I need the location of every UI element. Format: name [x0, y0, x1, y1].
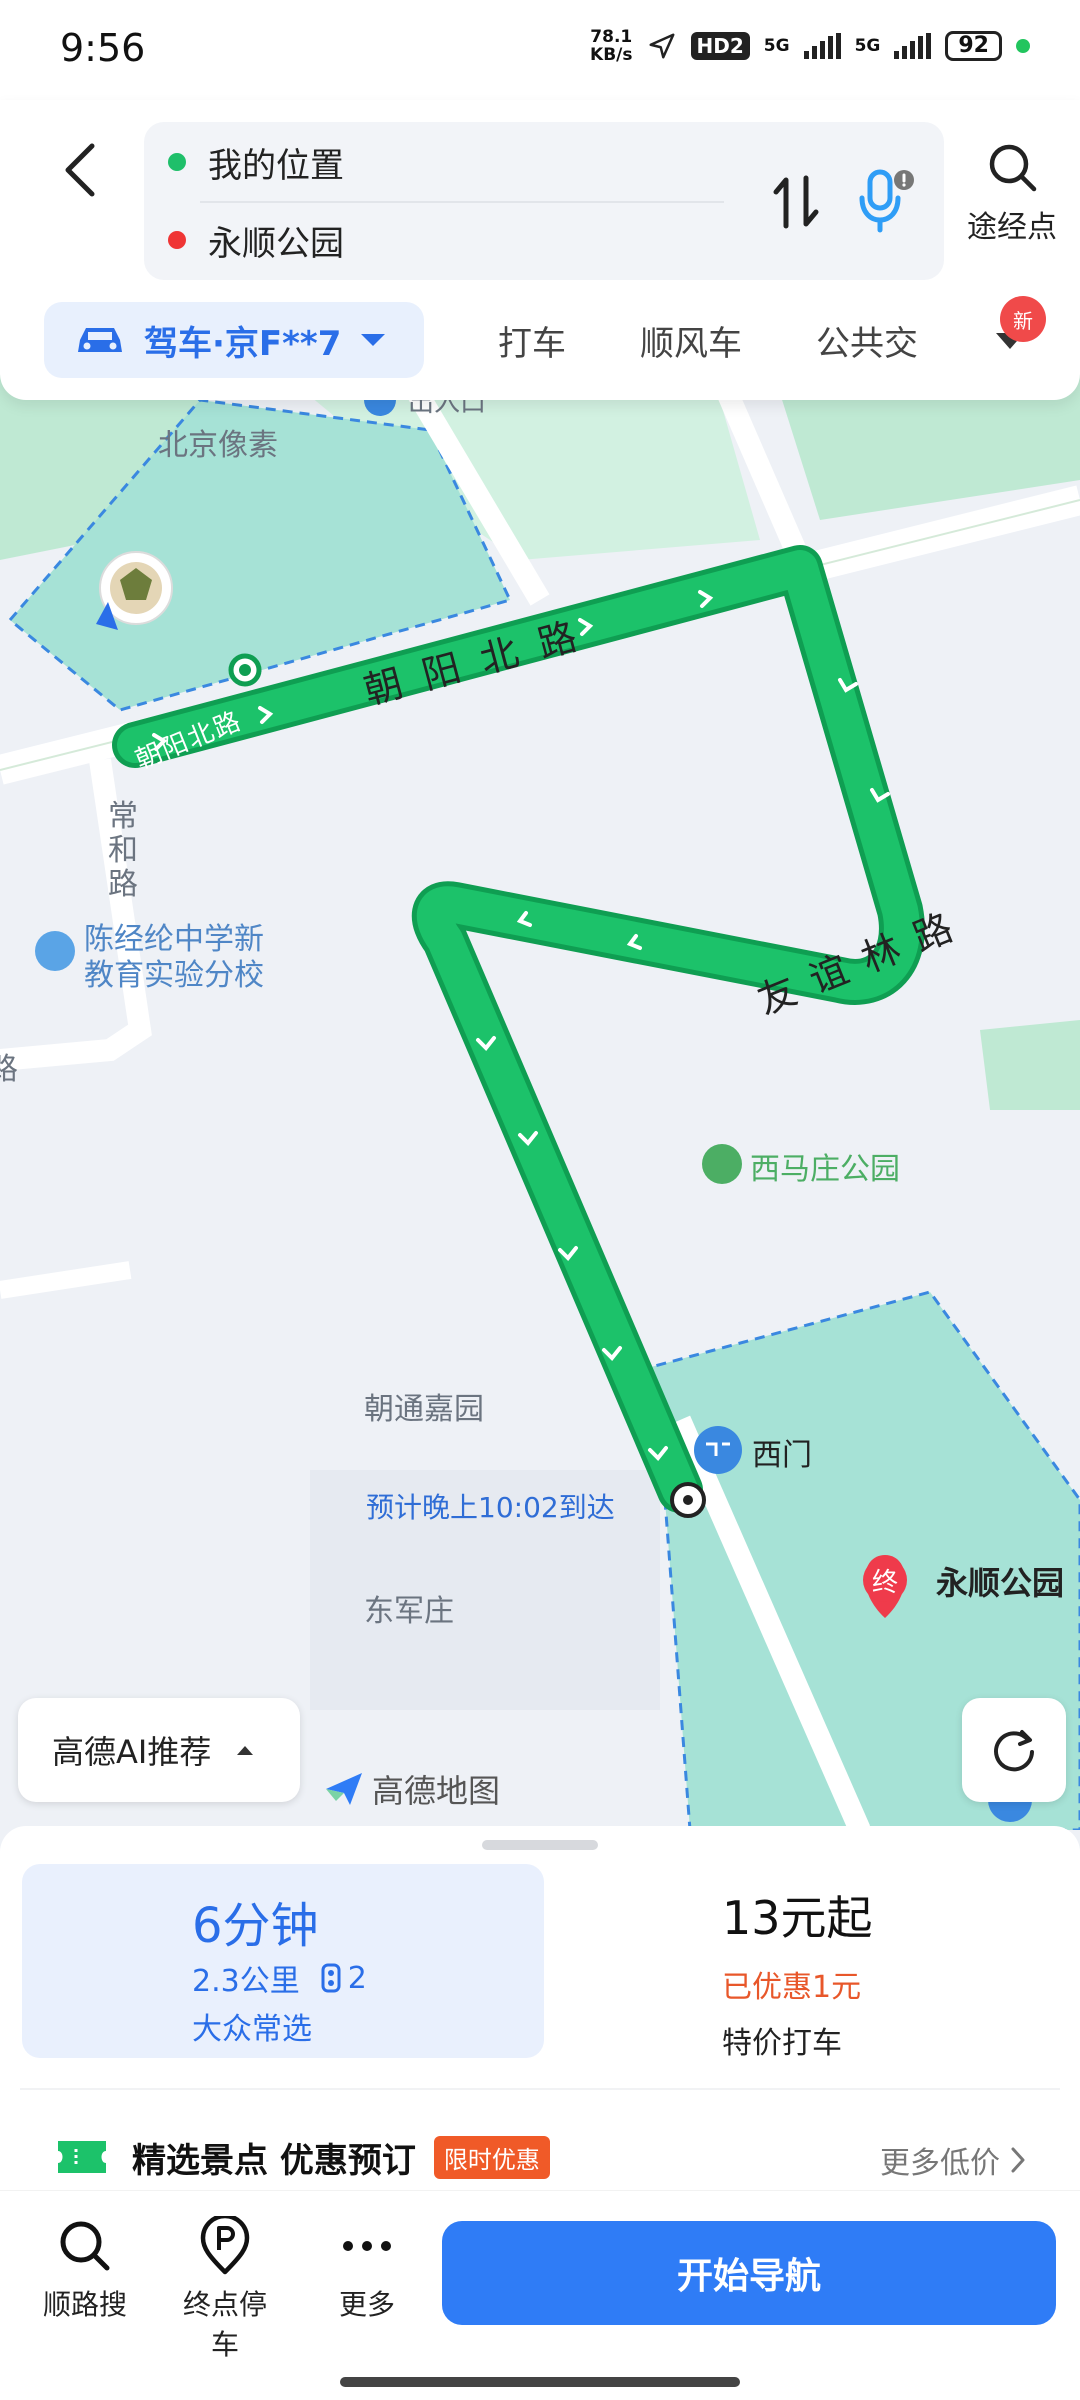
ai-recommend-button[interactable]: 高德AI推荐 [18, 1698, 300, 1802]
microphone-icon [859, 169, 914, 233]
home-indicator[interactable] [340, 2377, 740, 2387]
tab-drive-label: 驾车·京F**7 [144, 323, 342, 364]
traffic-light-count: 2 [347, 1960, 367, 1996]
back-button[interactable] [50, 130, 110, 210]
hd-voice-icon: HD2 [690, 32, 750, 60]
voice-input-button[interactable] [856, 166, 916, 236]
travel-mode-tabs: 驾车·京F**7 打车 顺风车 公共交 [44, 302, 918, 378]
destination-label: 永顺公园 [208, 223, 344, 264]
battery-icon: 92 [945, 31, 1002, 61]
destination-field[interactable]: 永顺公园 [168, 205, 344, 275]
amap-logo-text: 高德地图 [372, 1772, 501, 1810]
route-planning-panel: 我的位置 永顺公园 途经点 驾车·京F**7 打车 顺风车 公共交 新 [0, 100, 1080, 400]
status-bar: 9:56 78.1 KB/s HD2 5G 5G 92 [0, 0, 1080, 100]
network-speed-value: 78.1 [590, 27, 633, 47]
traffic-lights: 2 [320, 1961, 367, 1996]
more-options-label: 更多 [338, 2288, 395, 2321]
taxi-price: 13元起 [722, 1891, 873, 1945]
destination-parking-label: 终点停车 [182, 2288, 267, 2361]
bottom-action-bar: 顺路搜 终点停车 更多 开始导航 [0, 2190, 1080, 2400]
map-label-dongjunzhuang: 东军庄 [364, 1594, 454, 1629]
privacy-indicator-dot [1016, 39, 1030, 53]
more-options-button[interactable]: 更多 [312, 2215, 422, 2323]
signal-strength-icon [894, 33, 932, 59]
destination-dot [168, 231, 186, 249]
map-label-edge-road: 路 [0, 1052, 18, 1087]
swap-arrows-icon [773, 175, 819, 229]
refresh-icon [994, 1730, 1034, 1772]
swap-route-button[interactable] [768, 172, 824, 232]
caret-up-icon [237, 1746, 254, 1755]
origin-dot [168, 153, 186, 171]
map-label-chaotong-jiayuan: 朝通嘉园 [364, 1392, 484, 1427]
destination-end-marker: 终 [872, 1568, 899, 1598]
tab-public-transit[interactable]: 公共交 [816, 316, 918, 365]
waypoint-label: 途经点 [967, 210, 1057, 245]
promo-title: 精选景点 优惠预订 [132, 2140, 416, 2181]
chevron-down-icon [361, 334, 386, 346]
status-time: 9:56 [60, 26, 146, 70]
sheet-divider [20, 2088, 1060, 2090]
map-label-changhe-road: 常和路 [108, 799, 138, 902]
taxi-label: 特价打车 [722, 2026, 842, 2061]
amap-logo-icon [326, 1773, 362, 1805]
car-icon [78, 328, 122, 352]
route-distance: 2.3公里 [192, 1964, 300, 1999]
route-endpoints-box: 我的位置 永顺公园 [144, 122, 944, 280]
waypoint-button[interactable]: 途经点 [962, 140, 1062, 260]
taxi-discount: 已优惠1元 [722, 1970, 862, 2005]
parking-pin-icon [200, 2216, 250, 2275]
start-navigation-button[interactable]: 开始导航 [442, 2221, 1056, 2325]
route-duration: 6分钟 [192, 1898, 319, 1954]
status-icons: 78.1 KB/s HD2 5G 5G 92 [590, 28, 1030, 64]
map-canvas [0, 330, 1080, 1830]
route-map[interactable]: 北京像素 出入口 朝阳北路 朝阳北路 友谊林路 常和路 陈经纶中学新 教育实验分… [0, 330, 1080, 1830]
taxi-option-card[interactable]: 13元起 已优惠1元 特价打车 [722, 1882, 873, 2062]
network-speed: 78.1 KB/s [590, 28, 632, 64]
route-divider [200, 201, 724, 203]
chevron-right-icon [1011, 2147, 1025, 2173]
map-label-destination: 永顺公园 [936, 1564, 1065, 1602]
sheet-grabber[interactable] [482, 1840, 598, 1850]
promo-badge: 限时优惠 [433, 2135, 550, 2179]
ai-recommend-label: 高德AI推荐 [52, 1733, 212, 1771]
sim1-network-label: 5G [763, 35, 790, 56]
map-label-beijing-pixel: 北京像素 [158, 428, 278, 463]
search-icon [989, 144, 1037, 192]
route-tag: 大众常选 [192, 2012, 312, 2047]
more-dots-icon [343, 2241, 391, 2251]
back-arrow-icon [65, 143, 95, 197]
new-badge: 新 [1000, 296, 1046, 342]
origin-field[interactable]: 我的位置 [168, 127, 344, 197]
refresh-route-button[interactable] [962, 1698, 1066, 1802]
map-label-school-line2: 教育实验分校 [84, 958, 264, 993]
ticket-icon [58, 2141, 106, 2173]
route-option-card[interactable]: 6分钟 2.3公里 2 大众常选 [22, 1864, 544, 2058]
search-along-route-label: 顺路搜 [42, 2288, 127, 2321]
sim2-network-label: 5G [854, 35, 881, 56]
origin-label: 我的位置 [208, 145, 344, 186]
promo-more-link[interactable]: 更多低价 [880, 2138, 1026, 2182]
promo-more-label: 更多低价 [880, 2146, 1000, 2181]
traffic-light-icon [321, 1963, 341, 1993]
signal-strength-icon [803, 33, 841, 59]
tab-taxi[interactable]: 打车 [498, 316, 566, 365]
tab-drive[interactable]: 驾车·京F**7 [44, 302, 424, 378]
destination-parking-button[interactable]: 终点停车 [170, 2215, 280, 2363]
route-distance-row: 2.3公里 2 [192, 1956, 367, 2000]
map-label-ximazhuang-park: 西马庄公园 [750, 1152, 900, 1187]
amap-logo: 高德地图 [324, 1766, 500, 1812]
search-icon [60, 2221, 110, 2271]
tab-carpool[interactable]: 顺风车 [640, 316, 742, 365]
network-speed-unit: KB/s [590, 45, 633, 65]
location-arrow-icon [649, 33, 675, 59]
map-label-west-gate: 西门 [752, 1438, 812, 1473]
search-along-route-button[interactable]: 顺路搜 [30, 2215, 140, 2323]
eta-label: 预计晚上10:02到达 [366, 1491, 615, 1524]
promo-banner[interactable]: 精选景点 优惠预订 限时优惠 更多低价 [54, 2130, 1026, 2184]
